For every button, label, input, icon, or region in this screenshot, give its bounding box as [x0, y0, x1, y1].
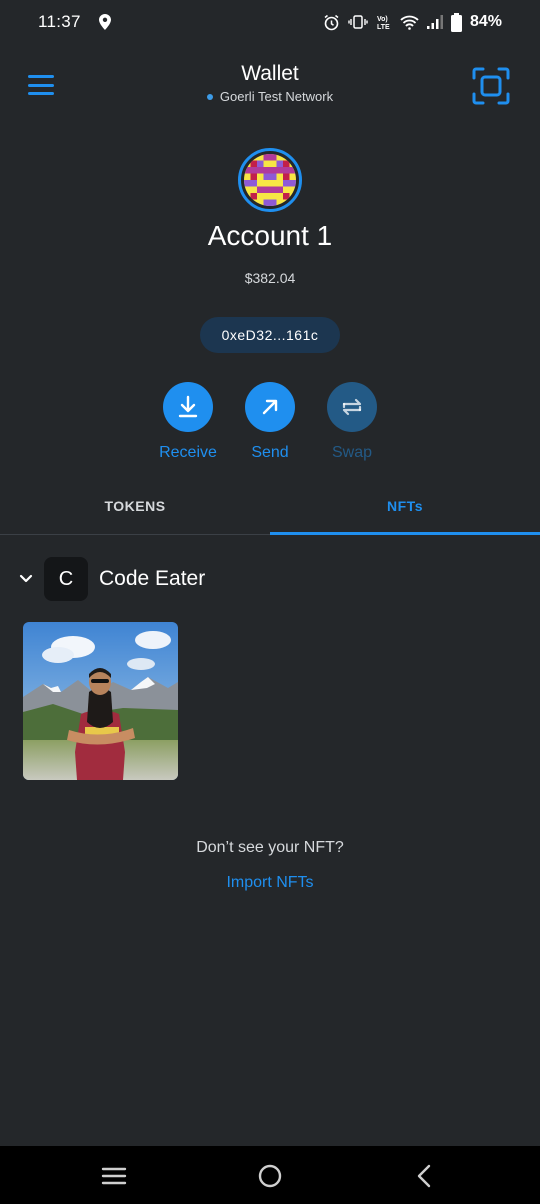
qr-scan-icon[interactable] — [472, 67, 510, 105]
location-icon — [98, 14, 111, 30]
signal-icon — [426, 15, 443, 29]
home-icon[interactable] — [257, 1163, 283, 1189]
arrow-up-right-icon — [245, 382, 295, 432]
vibrate-icon — [348, 14, 368, 30]
recent-apps-icon[interactable] — [101, 1163, 127, 1189]
account-avatar[interactable] — [238, 148, 302, 212]
import-nfts-link[interactable]: Import NFTs — [0, 874, 540, 892]
wifi-icon — [400, 15, 419, 30]
nft-collection-header[interactable]: C Code Eater — [18, 556, 518, 602]
nft-image — [23, 622, 178, 780]
svg-text:Vo): Vo) — [377, 16, 388, 23]
send-label: Send — [251, 444, 289, 461]
battery-icon — [450, 12, 462, 32]
account-name[interactable]: Account 1 — [0, 220, 540, 252]
status-bar: 11:37 Vo) LTE 84% — [0, 0, 540, 44]
receive-label: Receive — [159, 444, 217, 461]
swap-label: Swap — [331, 444, 373, 461]
tab-nfts[interactable]: NFTs — [270, 478, 540, 534]
address-copy-button[interactable]: 0xeD32...161c — [200, 317, 340, 353]
tab-tokens[interactable]: TOKENS — [0, 478, 270, 534]
network-selector[interactable]: Goerli Test Network — [0, 89, 540, 104]
chevron-down-icon[interactable] — [18, 571, 34, 587]
network-dot-icon — [206, 93, 213, 100]
receive-button[interactable]: Receive — [148, 382, 228, 462]
wallet-header: Wallet Goerli Test Network — [0, 56, 540, 116]
swap-button[interactable]: Swap — [312, 382, 392, 462]
back-icon[interactable] — [412, 1163, 438, 1189]
swap-icon — [327, 382, 377, 432]
send-button[interactable]: Send — [230, 382, 310, 462]
page-title: Wallet — [241, 62, 299, 85]
active-tab-indicator — [270, 532, 540, 535]
collection-avatar: C — [44, 557, 88, 601]
volte-icon: Vo) LTE — [376, 14, 392, 30]
system-nav-bar — [0, 1146, 540, 1204]
status-time: 11:37 — [38, 12, 81, 31]
svg-text:LTE: LTE — [377, 24, 390, 30]
alarm-icon — [323, 14, 340, 31]
network-name: Goerli Test Network — [219, 89, 334, 104]
battery-level: 84% — [469, 13, 502, 30]
empty-state-question: Don’t see your NFT? — [196, 839, 344, 856]
collection-name: Code Eater — [99, 567, 206, 590]
asset-tabs: TOKENS NFTs — [0, 478, 540, 535]
nft-thumbnail[interactable] — [23, 622, 178, 780]
download-icon — [163, 382, 213, 432]
account-balance: $382.04 — [244, 270, 296, 286]
